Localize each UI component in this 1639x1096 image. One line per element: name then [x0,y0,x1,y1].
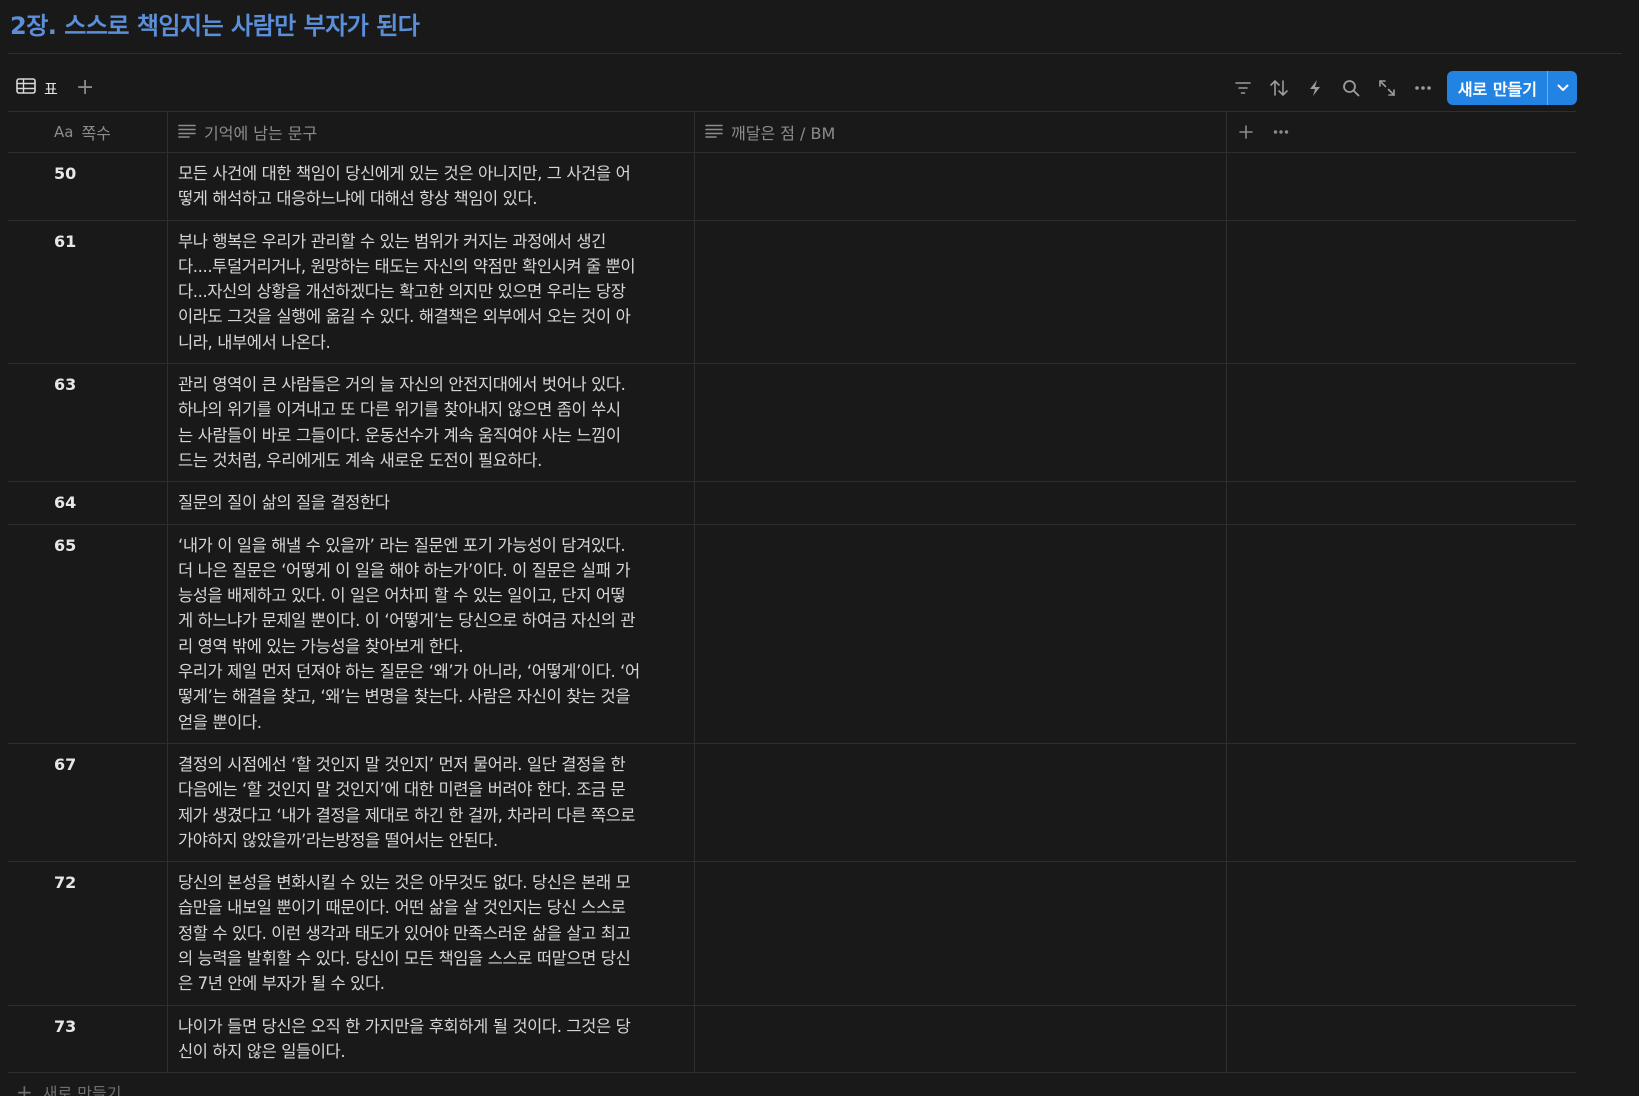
title-property-icon: Aa [54,123,74,141]
empty-cell [1227,744,1576,861]
quote-cell[interactable]: 질문의 질이 삶의 질을 결정한다 [168,482,695,524]
quote-text: ‘내가 이 일을 해낼 수 있을까’ 라는 질문엔 포기 가능성이 담겨있다. … [178,535,640,732]
empty-cell [1227,482,1576,523]
quote-cell[interactable]: 당신의 본성을 변화시킬 수 있는 것은 아무것도 없다. 당신은 본래 모 습… [168,862,695,1005]
table-row[interactable]: 67 결정의 시점에선 ‘할 것인지 말 것인지’ 먼저 물어라. 일단 결정을 … [8,743,1576,863]
text-property-icon [178,123,196,142]
quote-text: 당신의 본성을 변화시킬 수 있는 것은 아무것도 없다. 당신은 본래 모 습… [178,873,631,994]
page-cell[interactable]: 65 [8,524,168,743]
search-icon[interactable] [1333,73,1369,103]
more-icon[interactable] [1273,129,1289,135]
quote-cell[interactable]: 관리 영역이 큰 사람들은 거의 늘 자신의 안전지대에서 벗어나 있다. 하나… [168,364,695,482]
column-header-page[interactable]: Aa 쪽수 [8,112,168,152]
insight-cell[interactable] [695,524,1227,743]
plus-icon: + [16,1080,33,1096]
insight-cell[interactable] [695,743,1227,862]
page-cell[interactable]: 61 [8,220,168,364]
quote-text: 관리 영역이 큰 사람들은 거의 늘 자신의 안전지대에서 벗어나 있다. 하나… [178,375,626,470]
page-number: 64 [54,493,77,513]
empty-cell [1227,221,1576,363]
table-row[interactable]: 73 나이가 들면 당신은 오직 한 가지만을 후회하게 될 것이다. 그것은 당… [8,1005,1576,1074]
insight-cell[interactable] [695,1005,1227,1073]
text-property-icon [705,123,723,142]
page-cell[interactable]: 67 [8,743,168,862]
quote-text: 모든 사건에 대한 책임이 당신에게 있는 것은 아니지만, 그 사건을 어 떻… [178,164,631,209]
database-page: 2장. 스스로 책임지는 사람만 부자가 된다 표 + 새로 만들기 Aa 쪽수… [0,0,1639,1096]
page-number: 63 [54,375,77,395]
new-button[interactable]: 새로 만들기 [1446,71,1577,105]
empty-cell [1227,525,1576,743]
empty-cell [1227,862,1576,1004]
empty-cell [1227,153,1576,220]
column-header-label: 기억에 남는 문구 [204,124,318,143]
table-row[interactable]: 65 ‘내가 이 일을 해낼 수 있을까’ 라는 질문엔 포기 가능성이 담겨있다… [8,524,1576,744]
new-button-label: 새로 만들기 [1457,80,1537,99]
sort-icon[interactable] [1261,73,1297,103]
page-cell[interactable]: 50 [8,153,168,220]
insight-cell[interactable] [695,220,1227,364]
insight-cell[interactable] [695,364,1227,482]
add-view-icon[interactable]: + [76,77,94,99]
quote-cell[interactable]: 나이가 들면 당신은 오직 한 가지만을 후회하게 될 것이다. 그것은 당 신… [168,1005,695,1073]
table-row[interactable]: 61 부나 행복은 우리가 관리할 수 있는 범위가 커지는 과정에서 생긴 다.… [8,220,1576,365]
quote-cell[interactable]: ‘내가 이 일을 해낼 수 있을까’ 라는 질문엔 포기 가능성이 담겨있다. … [168,524,695,743]
add-row-button[interactable]: + 새로 만들기 [8,1073,1576,1096]
column-header-actions [1227,112,1576,152]
quote-cell[interactable]: 모든 사건에 대한 책임이 당신에게 있는 것은 아니지만, 그 사건을 어 떻… [168,153,695,220]
page-cell[interactable]: 73 [8,1005,168,1073]
quote-text: 결정의 시점에선 ‘할 것인지 말 것인지’ 먼저 물어라. 일단 결정을 한 … [178,754,636,850]
column-header-insight[interactable]: 깨달은 점 / BM [695,112,1227,152]
column-header-quote[interactable]: 기억에 남는 문구 [168,112,695,152]
tab-table-view[interactable]: 표 [16,78,58,99]
table-row[interactable]: 50 모든 사건에 대한 책임이 당신에게 있는 것은 아니지만, 그 사건을 어… [8,153,1576,221]
table-row[interactable]: 64 질문의 질이 삶의 질을 결정한다 [8,482,1576,525]
page-cell[interactable]: 63 [8,364,168,482]
page-number: 67 [54,754,77,774]
insight-cell[interactable] [695,153,1227,220]
add-row-label: 새로 만들기 [42,1084,122,1096]
page-number: 50 [54,164,77,183]
table-actions: 새로 만들기 [1225,71,1577,105]
quote-text: 부나 행복은 우리가 관리할 수 있는 범위가 커지는 과정에서 생긴 다...… [178,231,636,352]
page-cell[interactable]: 72 [8,862,168,1005]
page-number: 65 [54,535,77,555]
quote-text: 질문의 질이 삶의 질을 결정한다 [178,493,390,513]
insight-cell[interactable] [695,482,1227,524]
table-body: 50 모든 사건에 대한 책임이 당신에게 있는 것은 아니지만, 그 사건을 어… [8,153,1576,1074]
more-icon[interactable] [1405,73,1441,103]
page-number: 72 [54,873,77,893]
table-row[interactable]: 63 관리 영역이 큰 사람들은 거의 늘 자신의 안전지대에서 벗어나 있다. … [8,364,1576,483]
empty-cell [1227,364,1576,481]
table-row[interactable]: 72 당신의 본성을 변화시킬 수 있는 것은 아무것도 없다. 당신은 본래 모… [8,862,1576,1006]
database-table: Aa 쪽수 기억에 남는 문구 깨달은 점 / BM 50 모든 사건에 대한 … [8,111,1576,1096]
page-number: 73 [54,1016,77,1036]
page-number: 61 [54,231,77,251]
table-header: Aa 쪽수 기억에 남는 문구 깨달은 점 / BM [8,111,1576,153]
empty-cell [1227,1006,1576,1073]
quote-cell[interactable]: 부나 행복은 우리가 관리할 수 있는 범위가 커지는 과정에서 생긴 다...… [168,220,695,364]
column-header-label: 깨달은 점 / BM [731,124,836,143]
page-title[interactable]: 2장. 스스로 책임지는 사람만 부자가 된다 [10,6,420,41]
column-header-label: 쪽수 [81,124,111,143]
chevron-down-icon[interactable] [1547,71,1577,105]
automation-icon[interactable] [1297,73,1333,103]
add-property-icon[interactable] [1239,125,1253,139]
expand-icon[interactable] [1369,73,1405,103]
title-divider [8,53,1622,54]
filter-icon[interactable] [1225,73,1261,103]
table-icon [16,78,36,98]
quote-cell[interactable]: 결정의 시점에선 ‘할 것인지 말 것인지’ 먼저 물어라. 일단 결정을 한 … [168,743,695,862]
quote-text: 나이가 들면 당신은 오직 한 가지만을 후회하게 될 것이다. 그것은 당 신… [178,1016,631,1061]
page-cell[interactable]: 64 [8,482,168,524]
insight-cell[interactable] [695,862,1227,1005]
view-toolbar: 표 + [16,75,94,101]
tab-table-label: 표 [44,79,58,98]
